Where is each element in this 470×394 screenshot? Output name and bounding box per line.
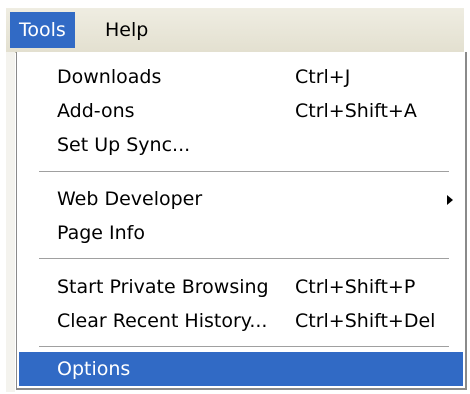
menu-item-label: Options — [57, 358, 131, 380]
menu-item-label: Web Developer — [57, 188, 203, 210]
menu-item-label: Add-ons — [57, 100, 135, 122]
screenshot-frame: Tools Help Downloads Ctrl+J Add-ons Ctrl… — [0, 0, 470, 394]
menu-item-label: Start Private Browsing — [57, 276, 269, 298]
menu-item-page-info[interactable]: Page Info — [17, 216, 463, 250]
menu-bar: Tools Help — [6, 8, 464, 53]
menu-item-web-developer[interactable]: Web Developer — [17, 182, 463, 216]
menu-item-label: Page Info — [57, 222, 145, 244]
menu-item-label: Clear Recent History... — [57, 310, 268, 332]
menu-item-label: Downloads — [57, 66, 162, 88]
menubar-tools[interactable]: Tools — [10, 12, 75, 48]
menu-item-set-up-sync[interactable]: Set Up Sync... — [17, 128, 463, 162]
submenu-arrow-icon — [447, 195, 453, 205]
menu-item-downloads[interactable]: Downloads Ctrl+J — [17, 60, 463, 94]
menu-item-add-ons[interactable]: Add-ons Ctrl+Shift+A — [17, 94, 463, 128]
menu-item-start-private-browsing[interactable]: Start Private Browsing Ctrl+Shift+P — [17, 270, 463, 304]
tools-dropdown-menu: Downloads Ctrl+J Add-ons Ctrl+Shift+A Se… — [16, 52, 467, 390]
menubar-help[interactable]: Help — [96, 12, 157, 48]
menu-separator — [39, 346, 449, 348]
menu-item-shortcut: Ctrl+J — [295, 66, 351, 88]
menu-item-clear-recent-history[interactable]: Clear Recent History... Ctrl+Shift+Del — [17, 304, 463, 338]
menu-separator — [39, 171, 449, 173]
menu-item-shortcut: Ctrl+Shift+A — [295, 100, 417, 122]
menu-item-shortcut: Ctrl+Shift+Del — [295, 310, 436, 332]
menu-item-options[interactable]: Options — [19, 352, 463, 386]
menu-item-label: Set Up Sync... — [57, 134, 191, 156]
menu-separator — [39, 258, 449, 260]
window-edge — [6, 52, 15, 392]
menu-item-shortcut: Ctrl+Shift+P — [295, 276, 416, 298]
